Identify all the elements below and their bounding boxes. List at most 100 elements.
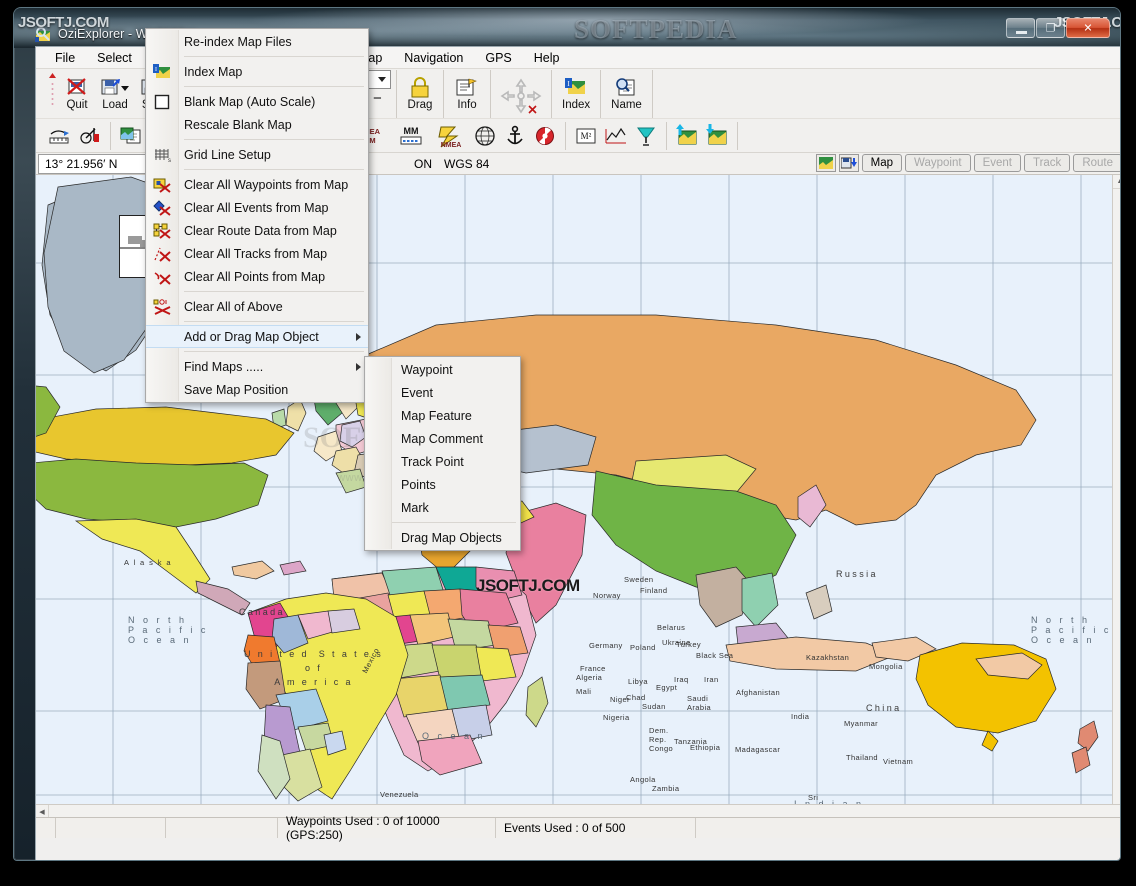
info-button[interactable]: Info [449,72,485,117]
menu-item-label: Clear All Tracks from Map [184,246,328,261]
tab-event[interactable]: Event [973,154,1021,172]
grid-lines-icon: s [152,146,172,164]
map-page-icon[interactable] [116,122,146,150]
points-clear-icon [152,268,172,286]
view-tab-buttons[interactable]: Map Waypoint Event Track Route [815,154,1120,172]
submenu-item-waypoint[interactable]: Waypoint [365,358,520,381]
menu-help[interactable]: Help [523,47,571,69]
menu-item-label: Mark [401,500,429,515]
name-button[interactable]: Name [606,72,647,117]
menu-file[interactable]: File [44,47,86,69]
maximize-button[interactable]: ❐ [1036,18,1065,38]
zoom-out-button[interactable]: − [373,91,382,106]
menu-gps[interactable]: GPS [474,47,522,69]
tab-track[interactable]: Track [1023,154,1071,172]
map-dropdown-menu[interactable]: Re-index Map Files I Index Map Blank Map… [145,28,369,403]
waypoint-clear-icon [152,176,172,194]
index-map-icon: I [152,63,172,81]
toolbar-group-info: Info [444,70,491,118]
status-bar: Waypoints Used : 0 of 10000 (GPS:250) Ev… [36,814,1120,842]
menu-item-reindex-map-files[interactable]: Re-index Map Files [146,30,368,53]
menu-item-label: Points [401,477,436,492]
scroll-up-arrow[interactable]: ▲ [1113,175,1120,189]
status-events: Events Used : 0 of 500 [496,818,696,838]
menu-item-label: Track Point [401,454,464,469]
menu-item-clear-all-of-above[interactable]: Clear All of Above [146,295,368,318]
show-map-icon[interactable] [815,154,836,172]
menu-item-index-map[interactable]: I Index Map [146,60,368,83]
profile-chart-icon[interactable] [601,122,631,150]
menu-item-clear-all-tracks[interactable]: Clear All Tracks from Map [146,242,368,265]
map-vertical-scrollbar[interactable]: ▲ [1112,175,1120,804]
name-label: Name [611,99,642,111]
index-button[interactable]: I Index [557,72,595,117]
menu-item-find-maps[interactable]: Find Maps ..... [146,355,368,378]
chevron-down-icon[interactable] [378,77,386,82]
route-clear-icon [152,222,172,240]
menu-separator [184,139,364,140]
submenu-item-mark[interactable]: Mark [365,496,520,519]
filter-icon[interactable] [631,122,661,150]
no-icon [152,381,172,399]
menu-item-label: Blank Map (Auto Scale) [184,94,316,109]
menu-item-label: Map Comment [401,431,483,446]
menu-item-grid-line-setup[interactable]: s Grid Line Setup [146,143,368,166]
tab-waypoint[interactable]: Waypoint [905,154,971,172]
menu-item-add-or-drag-map-object[interactable]: Add or Drag Map Object [146,325,368,348]
menu-item-label: Drag Map Objects [401,530,502,545]
menu-item-clear-all-points[interactable]: Clear All Points from Map [146,265,368,288]
submenu-item-track-point[interactable]: Track Point [365,450,520,473]
menu-item-label: Find Maps ..... [184,359,264,374]
close-button[interactable]: ✕ [1066,18,1110,38]
drag-button[interactable]: Drag [402,72,438,117]
menu-item-rescale-blank-map[interactable]: Rescale Blank Map [146,113,368,136]
pan-arrows-icon[interactable] [496,76,546,114]
submenu-item-map-comment[interactable]: Map Comment [365,427,520,450]
satellite-view-icon[interactable] [470,122,500,150]
save-map-icon[interactable] [702,122,732,150]
window-controls[interactable]: ❐ ✕ [1006,18,1110,38]
load-map-icon[interactable] [672,122,702,150]
menu-separator [184,86,364,87]
toolbar-group-index: I Index [552,70,602,118]
menu-item-label: Clear All Events from Map [184,200,329,215]
submenu-item-drag-map-objects[interactable]: Drag Map Objects [365,526,520,549]
map-horizontal-scrollbar[interactable]: ◀ [36,804,1120,818]
anchor-icon[interactable] [500,122,530,150]
menu-item-clear-all-waypoints[interactable]: Clear All Waypoints from Map [146,173,368,196]
menu-item-clear-all-events[interactable]: Clear All Events from Map [146,196,368,219]
drag-label: Drag [407,99,433,111]
area-m2-icon[interactable]: M² [571,122,601,150]
menu-item-blank-map-auto-scale[interactable]: Blank Map (Auto Scale) [146,90,368,113]
toolbar-handle[interactable] [45,73,59,115]
tab-map[interactable]: Map [861,154,903,172]
toolbar-group-pan [491,70,552,118]
submenu-item-map-feature[interactable]: Map Feature [365,404,520,427]
toolbar-measure-group [40,121,111,150]
alarm-icon[interactable] [530,122,560,150]
clear-all-icon [152,298,172,316]
menu-item-label: Clear All Waypoints from Map [184,177,349,192]
menu-item-label: Save Map Position [184,382,289,397]
minimize-button[interactable] [1006,18,1035,38]
menu-navigation[interactable]: Navigation [393,47,474,69]
menu-item-save-map-position[interactable]: Save Map Position [146,378,368,401]
svg-text:I: I [155,67,157,73]
submenu-item-points[interactable]: Points [365,473,520,496]
moving-map-icon[interactable]: MM [390,122,432,150]
menu-separator [184,321,364,322]
bearing-icon[interactable] [75,122,105,150]
menu-select[interactable]: Select [86,47,143,69]
save-image-icon[interactable] [838,154,859,172]
menu-item-clear-route-data[interactable]: Clear Route Data from Map [146,219,368,242]
quit-button[interactable]: Quit [59,72,95,117]
menu-item-label: Index Map [184,64,243,79]
menu-item-label: Grid Line Setup [184,147,271,162]
submenu-item-event[interactable]: Event [365,381,520,404]
load-button[interactable]: Load [95,72,135,117]
tab-route[interactable]: Route [1073,154,1120,172]
ruler-measure-icon[interactable] [45,122,75,150]
nmea-icon[interactable]: NMEA [432,122,470,150]
add-or-drag-map-object-submenu[interactable]: Waypoint Event Map Feature Map Comment T… [364,356,521,551]
toolbar-mapio-group [667,121,738,150]
